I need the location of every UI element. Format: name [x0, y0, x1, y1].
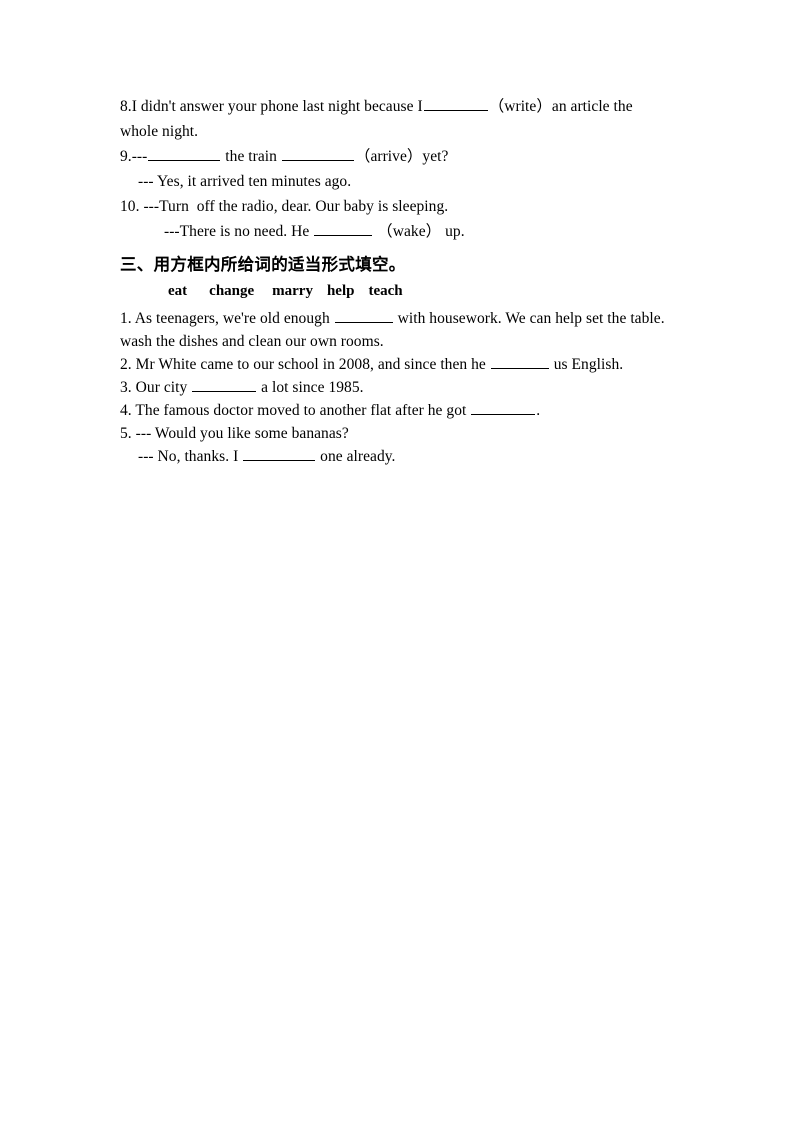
item-3-text-before-blank: 3. Our city — [120, 379, 192, 396]
question-8-blank[interactable] — [423, 96, 488, 111]
question-8-line-2: whole night. — [120, 123, 199, 140]
item-1-line-2: wash the dishes and clean our own rooms. — [120, 333, 384, 350]
question-9-blank-1[interactable] — [148, 146, 221, 161]
question-9-number: 9.--- — [120, 148, 148, 165]
question-8-text-before-blank: 8.I didn't answer your phone last night … — [120, 98, 423, 115]
word-bank-item-teach[interactable]: teach — [368, 279, 402, 303]
worksheet-content: 8.I didn't answer your phone last night … — [120, 94, 720, 468]
item-5-text-after-blank: one already. — [316, 448, 396, 465]
word-bank-item-marry[interactable]: marry — [272, 279, 313, 303]
question-9-answer-line: --- Yes, it arrived ten minutes ago. — [138, 173, 352, 190]
question-10-text-before-blank: ---There is no need. He — [164, 223, 314, 240]
section-fill-in-verbs: 8.I didn't answer your phone last night … — [120, 94, 720, 244]
item-2: 2. Mr White came to our school in 2008, … — [120, 353, 720, 376]
item-4-text-before-blank: 4. The famous doctor moved to another fl… — [120, 402, 471, 419]
item-2-blank[interactable] — [490, 354, 549, 369]
item-5-blank[interactable] — [243, 446, 316, 461]
item-1-blank[interactable] — [334, 308, 393, 323]
item-1-text-after-blank: with housework. We can help set the tabl… — [393, 310, 665, 327]
item-4-text-after-blank: . — [536, 402, 541, 419]
item-5-line-2: --- No, thanks. I one already. — [120, 445, 720, 468]
item-1-text-before-blank: 1. As teenagers, we're old enough — [120, 310, 334, 327]
item-4: 4. The famous doctor moved to another fl… — [120, 399, 720, 422]
question-10-line-1: 10. ---Turn off the radio, dear. Our bab… — [120, 198, 449, 215]
question-8-line-1: 8.I didn't answer your phone last night … — [120, 94, 720, 119]
question-10-line-2: ---There is no need. He （wake） up. — [120, 219, 720, 244]
item-2-text-after-blank: us English. — [549, 356, 624, 373]
question-9-blank-2[interactable] — [281, 146, 354, 161]
item-3-blank[interactable] — [192, 377, 257, 392]
item-5-line-1: 5. --- Would you like some bananas? — [120, 425, 349, 442]
question-9-text-after: （arrive）yet? — [354, 148, 449, 165]
question-10-text-after-blank: （wake） up. — [373, 223, 465, 240]
section-word-bank-questions: 1. As teenagers, we're old enough with h… — [120, 307, 720, 468]
question-9-line-1: 9.--- the train （arrive）yet? — [120, 144, 720, 169]
section-three-heading: 三、用方框内所给词的适当形式填空。 — [120, 255, 406, 274]
item-3: 3. Our city a lot since 1985. — [120, 376, 720, 399]
word-bank-item-eat[interactable]: eat — [168, 279, 187, 303]
word-bank: eat change marry help teach — [120, 279, 720, 303]
item-5-text-before-blank: --- No, thanks. I — [138, 448, 243, 465]
word-bank-item-change[interactable]: change — [209, 279, 254, 303]
item-4-blank[interactable] — [471, 400, 536, 415]
item-2-text-before-blank: 2. Mr White came to our school in 2008, … — [120, 356, 490, 373]
question-8-text-after-blank: （write）an article the — [488, 98, 633, 115]
question-10-blank[interactable] — [314, 221, 373, 236]
question-9-text-middle: the train — [221, 148, 281, 165]
item-3-text-after-blank: a lot since 1985. — [257, 379, 364, 396]
word-bank-item-help[interactable]: help — [327, 279, 355, 303]
worksheet-page: 8.I didn't answer your phone last night … — [0, 0, 794, 1123]
item-1-line-1: 1. As teenagers, we're old enough with h… — [120, 307, 720, 330]
